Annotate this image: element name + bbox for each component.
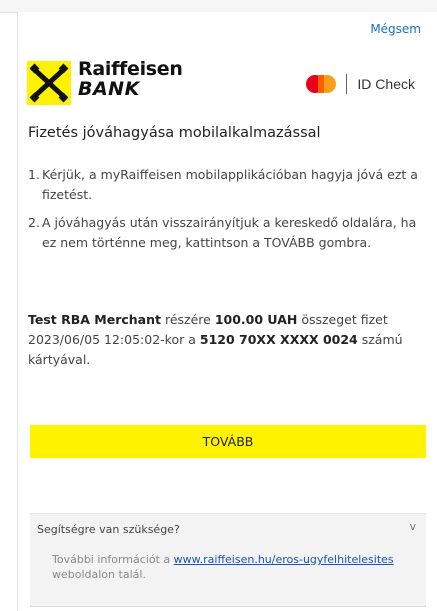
raiffeisen-cross-logo-icon: [27, 61, 71, 105]
step-number: 1.: [28, 167, 40, 182]
payment-amount: 100.00 UAH: [214, 312, 298, 327]
instruction-step: 1. Kérjük, a myRaiffeisen mobilapplikáci…: [28, 165, 418, 205]
continue-button[interactable]: TOVÁBB: [30, 425, 426, 458]
step-text: Kérjük, a myRaiffeisen mobilapplikációba…: [42, 167, 418, 202]
bank-name-line1: Raiffeisen: [78, 58, 183, 80]
help-text-after: weboldalon talál.: [52, 568, 146, 581]
help-section[interactable]: Segítségre van szüksége? v További infor…: [30, 513, 426, 607]
divider: [346, 74, 348, 94]
payment-details: Test RBA Merchant részére 100.00 UAH öss…: [28, 310, 413, 370]
instruction-step: 2. A jóváhagyás után visszairányítjuk a …: [28, 213, 418, 253]
help-link[interactable]: www.raiffeisen.hu/eros-ugyfelhitelesites: [174, 553, 394, 566]
step-text: A jóváhagyás után visszairányítjuk a ker…: [42, 215, 417, 250]
merchant-name: Test RBA Merchant: [28, 312, 161, 327]
payment-datetime: 2023/06/05 12:05:02: [28, 332, 161, 347]
page-title: Fizetés jóváhagyása mobilalkalmazással: [28, 125, 321, 141]
instruction-list: 1. Kérjük, a myRaiffeisen mobilapplikáci…: [28, 165, 418, 261]
chevron-down-icon[interactable]: v: [409, 520, 416, 533]
payment-text-amount: összeget fizet: [301, 312, 388, 327]
step-number: 2.: [28, 215, 40, 230]
help-text-before: További információt a: [52, 553, 171, 566]
raiffeisen-logo: Raiffeisen BANK: [26, 60, 196, 106]
payment-text-time: -kor a: [160, 332, 196, 347]
bank-name-line2: BANK: [78, 78, 140, 100]
card-number: 5120 70XX XXXX 0024: [199, 332, 358, 347]
mastercard-icon: [306, 75, 337, 93]
bank-name: Raiffeisen BANK: [78, 60, 183, 99]
id-check-label: ID Check: [357, 76, 415, 92]
help-title[interactable]: Segítségre van szüksége?: [37, 523, 180, 536]
mastercard-id-check: ID Check: [306, 72, 415, 96]
help-text: További információt a www.raiffeisen.hu/…: [52, 552, 422, 582]
cancel-link[interactable]: Mégsem: [370, 22, 421, 36]
payment-text-recipient: részére: [164, 312, 211, 327]
